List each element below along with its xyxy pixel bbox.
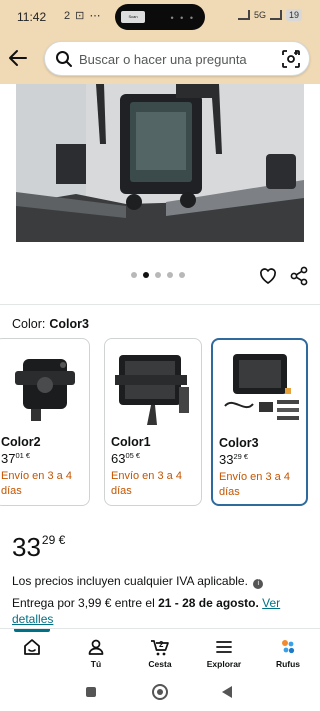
search-icon (56, 51, 72, 67)
system-navigation-bar (0, 672, 320, 711)
dynamic-island: Scan Selector • • • (115, 4, 205, 31)
camera-search-icon[interactable] (281, 49, 301, 69)
back-arrow-icon[interactable] (6, 46, 30, 70)
rufus-icon (282, 640, 295, 654)
color-label-text: Color: (12, 317, 46, 331)
nav-label: Cesta (148, 659, 172, 669)
carousel-dot[interactable] (155, 272, 161, 278)
battery-icon: 19 (285, 9, 302, 21)
share-icon[interactable] (290, 266, 308, 286)
home-icon (24, 639, 40, 655)
variant-name: Color1 (111, 435, 151, 449)
recent-apps-icon[interactable] (86, 687, 96, 697)
island-app-thumbnail: Scan Selector (121, 11, 145, 31)
info-icon[interactable]: i (253, 579, 264, 589)
variant-thumbnail (1, 347, 85, 429)
variant-price-fraction: 01 € (15, 451, 31, 460)
price-fraction: 29 € (41, 533, 66, 547)
variant-name: Color3 (219, 436, 259, 450)
variant-price-whole: 33 (219, 452, 234, 467)
variant-price-whole: 37 (1, 451, 16, 466)
carousel-dots (131, 272, 185, 278)
back-triangle-icon[interactable] (222, 686, 232, 698)
carousel-dot[interactable] (167, 272, 173, 278)
heart-icon[interactable] (258, 266, 278, 286)
search-header: Buscar o hacer una pregunta (0, 34, 320, 84)
back-arrow-svg (9, 50, 27, 66)
color-selected-value: Color3 (49, 317, 89, 331)
variant-name: Color2 (1, 435, 41, 449)
variant-card-color1[interactable]: Color1 6305 € Envío en 3 a 4 días (104, 338, 202, 506)
nav-explore[interactable]: Explorar (192, 629, 256, 673)
nav-cart[interactable]: 2 Cesta (128, 629, 192, 673)
search-placeholder: Buscar o hacer una pregunta (79, 52, 247, 67)
section-divider (0, 304, 320, 305)
nav-active-indicator (14, 629, 50, 632)
status-time: 11:42 (17, 10, 47, 24)
network-type: 5G (253, 10, 266, 20)
carousel-dot[interactable] (179, 272, 185, 278)
nav-label: Tú (90, 659, 102, 669)
variant-card-color3[interactable]: Color3 3329 € Envío en 3 a 4 días (211, 338, 308, 506)
island-dots-icon: • • • (170, 13, 195, 23)
variant-price-fraction: 29 € (233, 452, 249, 461)
signal-icon (237, 10, 250, 20)
nav-you[interactable]: Tú (64, 629, 128, 673)
cart-badge: 2 (159, 640, 164, 649)
cart-icon: 2 (151, 640, 169, 656)
variant-shipping: Envío en 3 a 4 días (1, 470, 72, 497)
status-bar: 11:42 2 ⊡ ⋯ Scan Selector • • • 5G 19 (0, 0, 320, 34)
carousel-dot[interactable] (131, 272, 137, 278)
menu-icon (216, 641, 232, 653)
nav-rufus[interactable]: Rufus (256, 629, 320, 673)
variant-thumbnail (219, 348, 303, 430)
variant-shipping: Envío en 3 a 4 días (219, 471, 290, 498)
home-button-icon[interactable] (152, 684, 168, 700)
status-right-group: 5G 19 (237, 9, 302, 21)
search-input[interactable]: Buscar o hacer una pregunta (44, 41, 310, 76)
nav-home[interactable] (0, 629, 64, 673)
product-image[interactable] (16, 84, 304, 242)
product-price: 3329 € (12, 532, 65, 563)
tax-note: Los precios incluyen cualquier IVA aplic… (12, 574, 264, 589)
product-image-illustration (16, 84, 304, 242)
nav-label: Explorar (206, 659, 242, 669)
price-whole: 33 (12, 532, 41, 562)
user-icon (88, 639, 104, 655)
signal-icon-2 (269, 10, 282, 20)
variant-shipping: Envío en 3 a 4 días (111, 470, 182, 497)
variant-price: 3329 € (219, 452, 248, 467)
status-notification-icons: 2 ⊡ ⋯ (64, 10, 102, 22)
carousel-dot-active[interactable] (143, 272, 149, 278)
nav-label: Rufus (275, 659, 301, 669)
delivery-prefix: Entrega por 3,99 € entre el (12, 596, 155, 610)
variant-card-color2[interactable]: Color2 3701 € Envío en 3 a 4 días (0, 338, 90, 506)
bottom-navigation: Tú 2 Cesta Explorar Rufus (0, 628, 320, 672)
variant-price-fraction: 05 € (125, 451, 141, 460)
variant-price: 3701 € (1, 451, 30, 466)
color-selector-label: Color: Color3 (12, 317, 89, 331)
delivery-info: Entrega por 3,99 € entre el 21 - 28 de a… (12, 595, 312, 627)
variant-price: 6305 € (111, 451, 140, 466)
delivery-dates: 21 - 28 de agosto. (158, 596, 259, 610)
tax-note-text: Los precios incluyen cualquier IVA aplic… (12, 574, 248, 588)
variant-price-whole: 63 (111, 451, 126, 466)
variant-thumbnail (111, 347, 197, 429)
